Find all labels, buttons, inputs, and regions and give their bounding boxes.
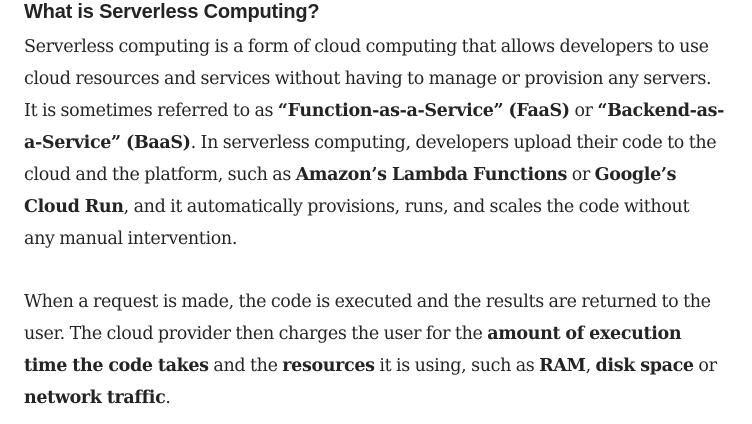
bold-term-faas: “Function-as-a-Service” (FaaS) — [277, 101, 570, 121]
article-body: What is Serverless Computing? Serverless… — [24, 0, 724, 414]
paragraph-billing: When a request is made, the code is exec… — [24, 286, 724, 414]
bold-term-ram: RAM — [539, 356, 586, 376]
text-run: , — [585, 356, 596, 376]
bold-term-disk-space: disk space — [595, 356, 695, 376]
text-run: or — [567, 165, 595, 185]
text-run: it is using, such as — [374, 356, 540, 376]
bold-term-resources: resources — [282, 356, 375, 376]
bold-term-network-traffic: network traffic — [24, 388, 166, 408]
text-run: or — [693, 356, 717, 376]
text-run: and the — [208, 356, 283, 376]
text-run: , and it automatically provisions, runs,… — [24, 197, 690, 249]
text-run: . — [165, 388, 171, 408]
section-heading: What is Serverless Computing? — [24, 1, 320, 23]
text-run: or — [569, 101, 598, 121]
bold-term-lambda: Amazon’s Lambda Functions — [295, 165, 568, 185]
paragraph-definition: Serverless computing is a form of cloud … — [24, 31, 724, 255]
